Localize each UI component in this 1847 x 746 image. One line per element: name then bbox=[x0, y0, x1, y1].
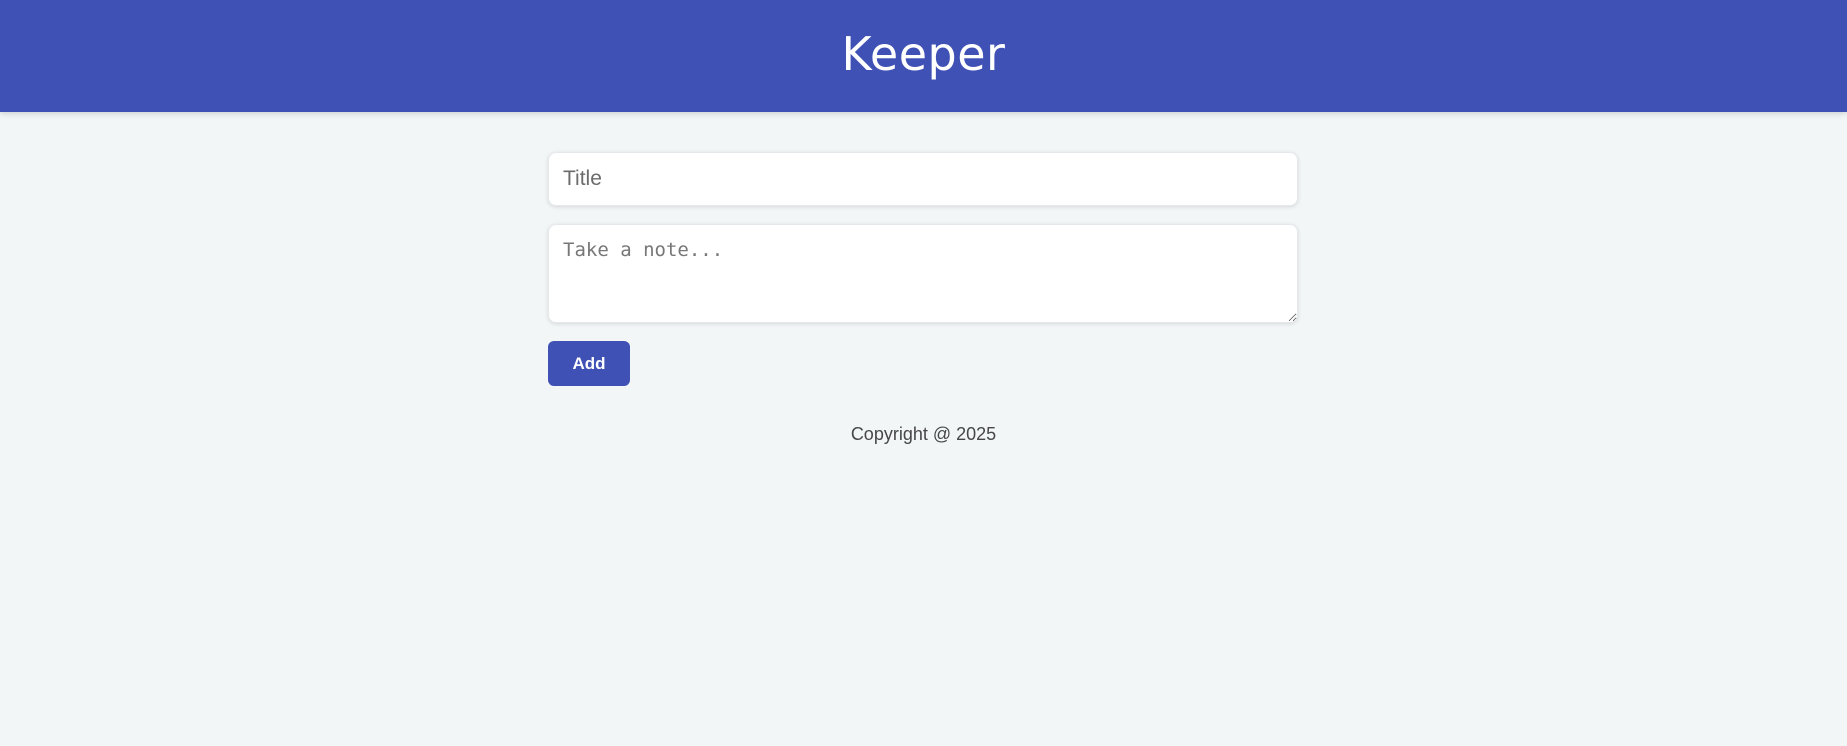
app-title: Keeper bbox=[841, 27, 1006, 81]
app-header: Keeper bbox=[0, 0, 1847, 112]
add-button[interactable]: Add bbox=[548, 341, 630, 386]
title-input[interactable] bbox=[548, 152, 1298, 206]
note-textarea[interactable] bbox=[548, 224, 1298, 323]
note-form: Add bbox=[548, 152, 1298, 386]
copyright-text: Copyright @ 2025 bbox=[850, 424, 997, 444]
footer: Copyright @ 2025 bbox=[0, 424, 1847, 445]
